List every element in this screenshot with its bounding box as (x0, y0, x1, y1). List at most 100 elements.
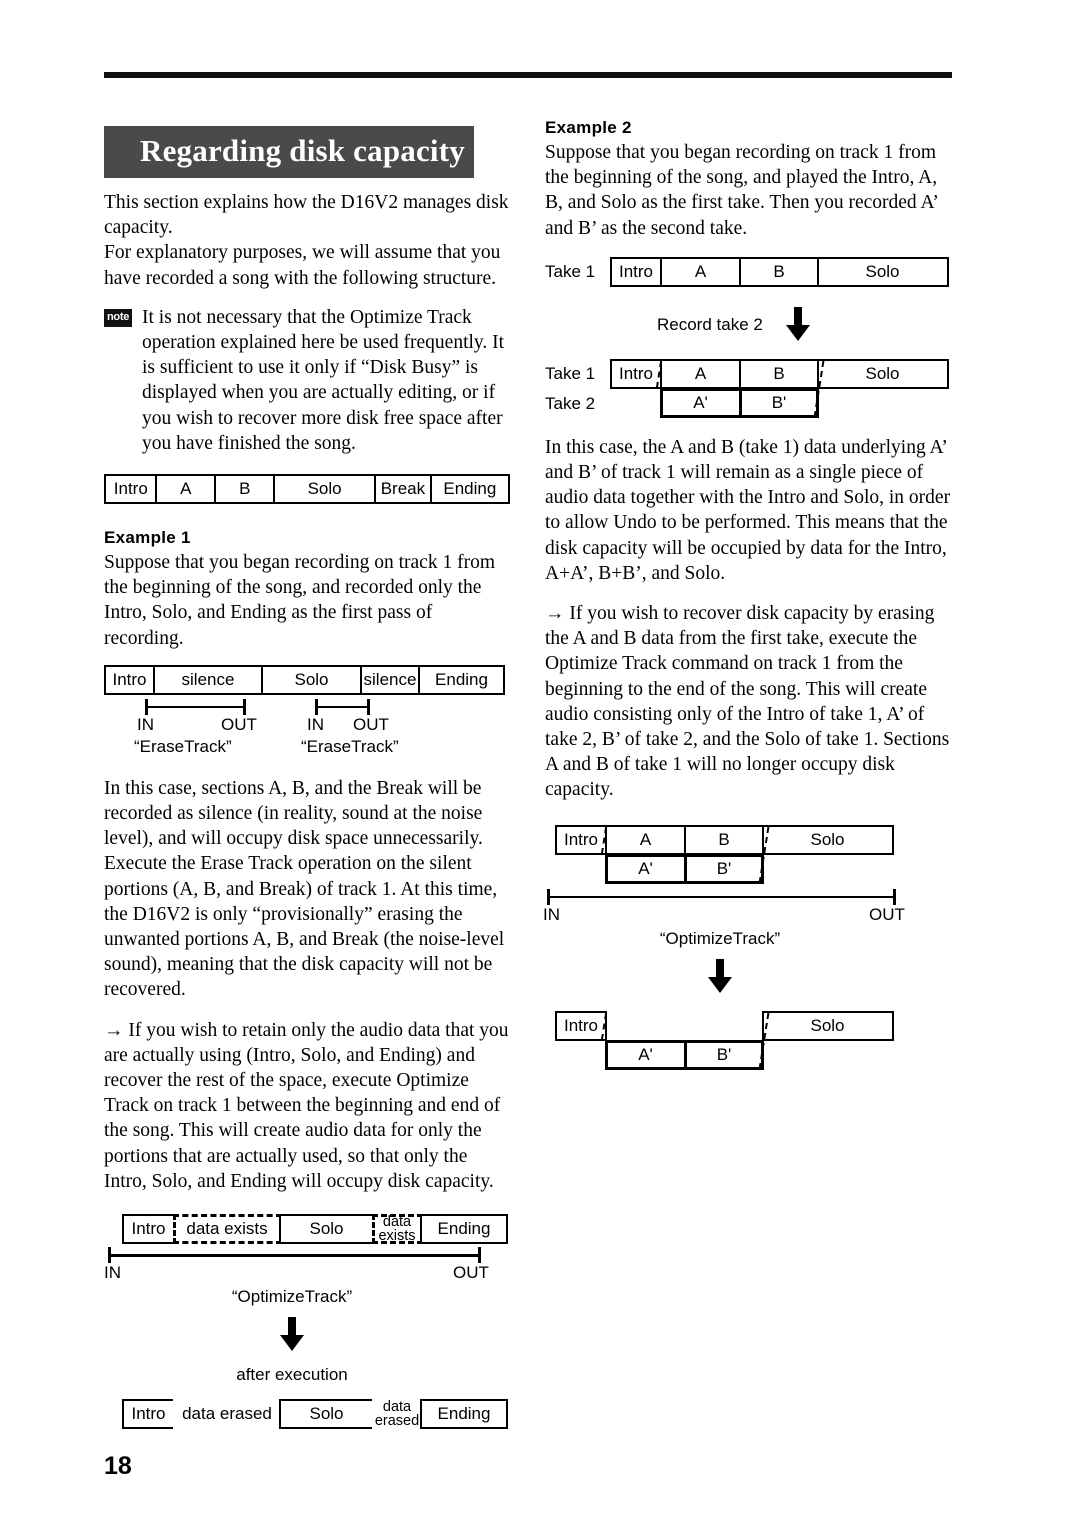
optimize-track-caption: “OptimizeTrack” (659, 928, 781, 948)
track-segment: data exists (172, 1214, 282, 1245)
track-segment: Solo (761, 824, 894, 855)
example-1-paragraph-arrow: → If you wish to retain only the audio d… (104, 1019, 509, 1192)
track-segment: data erased (172, 1399, 282, 1430)
track-segment: Solo (273, 474, 377, 505)
record-take-2-row: Record take 2 (545, 303, 955, 359)
track-segment: Intro (104, 474, 158, 505)
out-label: OUT (221, 714, 257, 734)
page-number: 18 (104, 1452, 132, 1480)
header-rule (104, 72, 952, 78)
track-segment: A' (604, 1039, 687, 1070)
take-2-label: Take 2 (545, 393, 596, 413)
erase-captions: “EraseTrack” “EraseTrack” (104, 737, 510, 761)
example-2-paragraph: Suppose that you began recording on trac… (545, 142, 938, 239)
track-segment: Intro (122, 1214, 175, 1245)
track-segment: data erased (371, 1398, 423, 1430)
track-segment: B (739, 358, 819, 389)
in-label: IN (137, 714, 154, 734)
note-text: It is not necessary that the Optimize Tr… (142, 306, 505, 454)
document-page: Regarding disk capacity This section exp… (0, 0, 1080, 1528)
take-1-label: Take 1 (545, 363, 596, 383)
track-segment: Intro (555, 824, 607, 855)
record-take-2-label: Record take 2 (657, 314, 763, 334)
track-segment: B (684, 824, 764, 855)
track-segment: A (659, 358, 742, 389)
take1-diagram: Take 1 Intro A B Solo (545, 256, 955, 289)
song-structure-diagram: Intro A B Solo Break Ending (104, 474, 510, 505)
track-segment: A' (659, 387, 742, 418)
track-segment: silence (359, 664, 421, 695)
track-segment: data exists (371, 1213, 423, 1245)
track-segment: Ending (420, 1399, 508, 1430)
right-column: Example 2 Suppose that you began recordi… (543, 118, 955, 1073)
track-segment: Solo (761, 1010, 894, 1041)
optimize-range-labels: IN OUT (543, 905, 955, 927)
out-label: OUT (353, 714, 389, 734)
segment-label-line1: data (382, 1213, 412, 1230)
page-title: Regarding disk capacity (104, 126, 474, 178)
intro-paragraph-2: For explanatory purposes, we will assume… (104, 242, 501, 289)
track-segment: A (659, 256, 742, 287)
track-segment: B (214, 474, 276, 505)
example-1-paragraph-after: In this case, sections A, B, and the Bre… (104, 777, 505, 1001)
track-segment: Intro (555, 1010, 607, 1041)
down-arrow-icon (555, 958, 885, 997)
track-segment: A (604, 824, 687, 855)
example-2-paragraph-arrow: → If you wish to recover disk capacity b… (545, 603, 950, 801)
track-segment: B' (739, 387, 819, 418)
track-segment: B' (684, 853, 764, 884)
erase-range-rulers (104, 698, 510, 715)
left-column: Regarding disk capacity This section exp… (104, 126, 510, 1430)
example-1-before-optimize-diagram: Intro data exists Solo data exists Ending… (104, 1213, 510, 1385)
erase-track-caption: “EraseTrack” (134, 736, 232, 756)
in-label: IN (543, 904, 560, 924)
example-2-optimize-range: IN OUT “OptimizeTrack” (543, 888, 955, 997)
track-segment: Intro (610, 358, 662, 389)
track-segment: Solo (816, 358, 949, 389)
segment-label-line2: erased (374, 1413, 420, 1430)
track-segment: Intro (122, 1399, 175, 1430)
track-segment: Solo (279, 1214, 374, 1245)
track-bar: Intro A B Solo Break Ending (104, 474, 510, 505)
out-label: OUT (453, 1263, 489, 1283)
after-execution-label: after execution (236, 1365, 348, 1385)
track-segment: A (155, 474, 217, 505)
segment-label-line1: data (382, 1398, 412, 1415)
track-segment: Intro (104, 664, 155, 695)
track-segment: A' (604, 853, 687, 884)
erase-track-caption: “EraseTrack” (301, 736, 399, 756)
take-overlap-diagram: Take 1 Take 2 Intro A B Solo A' B' (545, 358, 955, 421)
track-bar: Intro silence Solo silence Ending (104, 664, 510, 695)
optimize-range-ruler (547, 888, 955, 905)
example-1-after-optimize-diagram: Intro data erased Solo data erased Ending (122, 1398, 510, 1430)
track-segment: Ending (420, 1214, 508, 1245)
note-block: note It is not necessary that the Optimi… (104, 305, 510, 456)
example-2-before-optimize-diagram: Intro A B Solo A' B' (555, 824, 955, 887)
intro-paragraph-1: This section explains how the D16V2 mana… (104, 192, 509, 239)
track-segment: Solo (279, 1399, 374, 1430)
track-segment: Intro (610, 256, 662, 287)
example-2-after-optimize-diagram: Intro Solo A' B' (555, 1010, 955, 1073)
track-bar: Intro data erased Solo data erased Ending (122, 1398, 510, 1430)
track-segment: Ending (418, 664, 505, 695)
example-1-silence-diagram: Intro silence Solo silence Ending IN OUT… (104, 664, 510, 761)
example-1-heading: Example 1 (104, 528, 191, 548)
down-arrow-icon (785, 306, 811, 346)
optimize-range-labels: IN OUT (104, 1263, 510, 1285)
example-2-paragraph-after: In this case, the A and B (take 1) data … (545, 436, 951, 584)
in-label: IN (307, 714, 324, 734)
in-label: IN (104, 1263, 121, 1283)
track-segment: B (739, 256, 819, 287)
segment-label-line2: exists (378, 1228, 416, 1245)
erase-range-labels: IN OUT IN OUT (104, 715, 510, 737)
track-segment: silence (152, 664, 264, 695)
example-1-paragraph: Suppose that you began recording on trac… (104, 552, 495, 649)
optimize-range-ruler (108, 1247, 510, 1264)
track-segment: B' (684, 1039, 764, 1070)
track-bar: Intro data exists Solo data exists Ending (122, 1213, 510, 1245)
track-segment: Ending (429, 474, 510, 505)
optimize-track-caption: “OptimizeTrack” (231, 1287, 353, 1307)
example-2-heading: Example 2 (545, 118, 632, 137)
down-arrow-icon (122, 1317, 462, 1355)
track-segment: Solo (816, 256, 949, 287)
